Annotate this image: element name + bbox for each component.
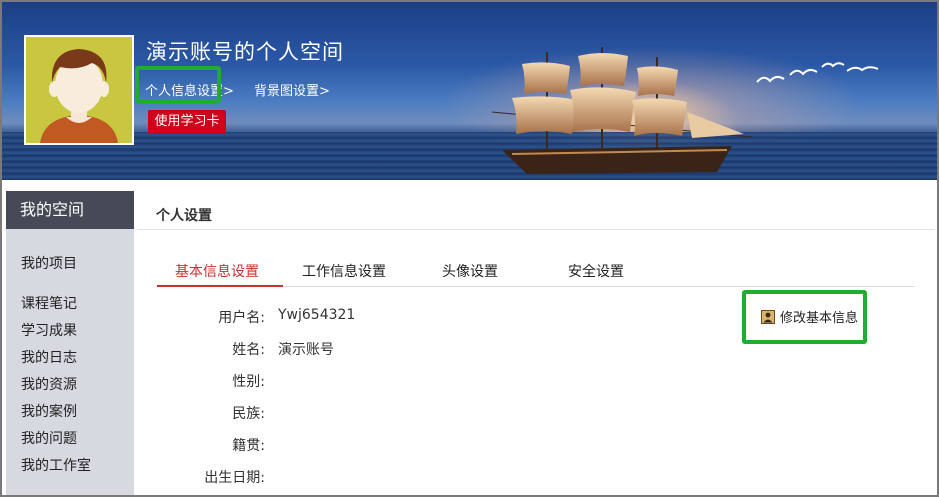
- sidebar-item-my-studio[interactable]: 我的工作室: [21, 455, 91, 475]
- use-study-card-button[interactable]: 使用学习卡: [148, 110, 226, 134]
- section-title: 个人设置: [156, 208, 212, 224]
- tab-security[interactable]: 安全设置: [568, 261, 624, 281]
- sidebar-item-my-logs[interactable]: 我的日志: [21, 347, 77, 367]
- hometown-label: 籍贯:: [232, 438, 265, 454]
- page-frame: 演示账号的个人空间 个人信息设置> 背景图设置> 使用学习卡 我的空间 我的项目…: [0, 0, 939, 497]
- sailing-ship-image: [491, 47, 753, 174]
- highlight-box-edit-info: [742, 290, 867, 344]
- tab-avatar[interactable]: 头像设置: [442, 261, 498, 281]
- sidebar-item-my-questions[interactable]: 我的问题: [21, 428, 77, 448]
- sidebar: 我的空间 我的项目 课程笔记 学习成果 我的日志 我的资源 我的案例 我的问题 …: [6, 191, 134, 495]
- seagulls-image: [756, 62, 879, 83]
- sidebar-item-my-resources[interactable]: 我的资源: [21, 374, 77, 394]
- main-panel: 个人设置 基本信息设置 工作信息设置 头像设置 安全设置 用户名: Ywj654…: [137, 191, 935, 495]
- username-value: Ywj654321: [278, 307, 356, 323]
- name-label: 姓名:: [232, 342, 265, 358]
- sea-background: [2, 132, 937, 180]
- sidebar-item-course-notes[interactable]: 课程笔记: [21, 293, 77, 313]
- user-avatar-icon: [26, 37, 132, 143]
- background-settings-link[interactable]: 背景图设置>: [254, 80, 330, 99]
- divider: [137, 229, 935, 230]
- username-label: 用户名:: [218, 310, 265, 326]
- tab-work-info[interactable]: 工作信息设置: [302, 261, 386, 281]
- avatar[interactable]: [24, 35, 134, 145]
- highlight-box-personal-info: [135, 66, 221, 103]
- page-title: 演示账号的个人空间: [146, 40, 344, 64]
- sidebar-title: 我的空间: [6, 191, 134, 229]
- sidebar-item-my-cases[interactable]: 我的案例: [21, 401, 77, 421]
- sidebar-item-my-projects[interactable]: 我的项目: [21, 253, 77, 273]
- birthdate-label: 出生日期:: [204, 470, 265, 486]
- name-value: 演示账号: [278, 342, 334, 358]
- ethnicity-label: 民族:: [232, 406, 265, 422]
- active-tab-indicator: [157, 285, 283, 287]
- gender-label: 性别:: [232, 374, 265, 390]
- header-banner: 演示账号的个人空间 个人信息设置> 背景图设置> 使用学习卡: [2, 2, 937, 180]
- sidebar-item-learning-results[interactable]: 学习成果: [21, 320, 77, 340]
- tab-basic-info[interactable]: 基本信息设置: [175, 261, 259, 281]
